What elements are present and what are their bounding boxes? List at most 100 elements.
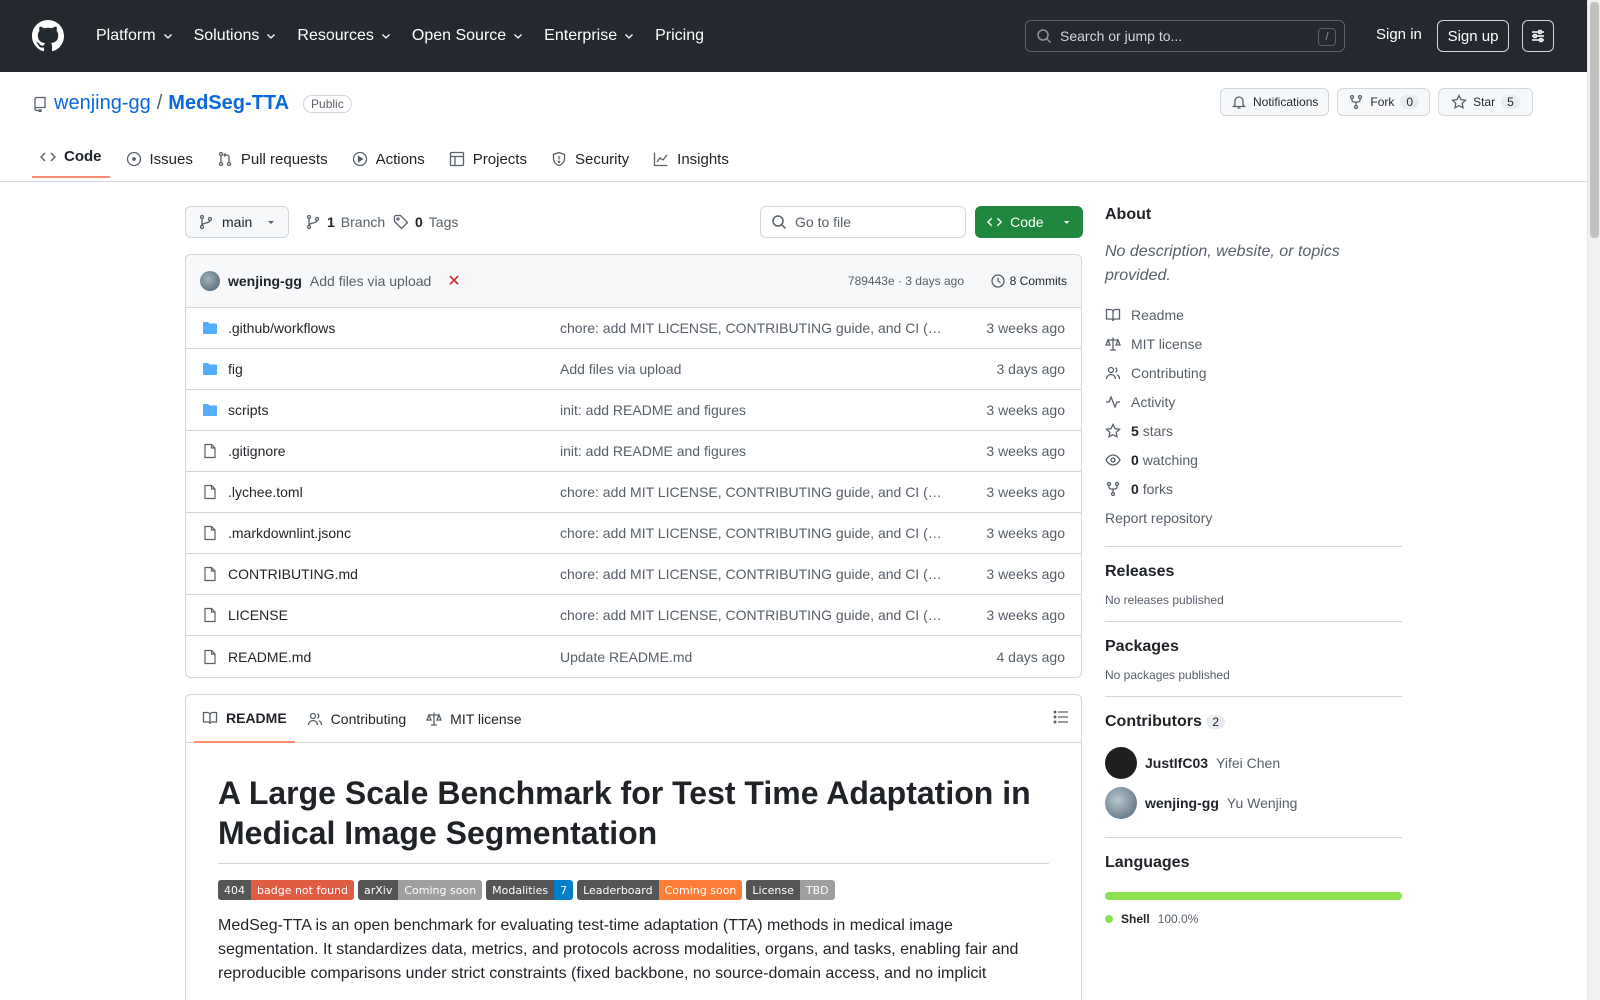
- fork-button[interactable]: Fork 0: [1337, 88, 1431, 116]
- file-row[interactable]: README.md Update README.md 4 days ago: [186, 636, 1081, 677]
- readme-badge[interactable]: arXiv Coming soon: [358, 880, 483, 900]
- readme-tab-readme[interactable]: README: [194, 695, 295, 743]
- file-name-link[interactable]: README.md: [228, 649, 558, 665]
- latest-commit-bar: wenjing-gg Add files via upload ✕ 789443…: [186, 255, 1081, 308]
- file-commit-message-link[interactable]: Add files via upload: [560, 361, 950, 377]
- avatar[interactable]: [200, 271, 220, 291]
- issue-icon: [126, 151, 141, 167]
- repo-owner-link[interactable]: wenjing-gg: [54, 92, 151, 115]
- commits-history-link[interactable]: 8 Commits: [990, 273, 1067, 289]
- file-row[interactable]: .lychee.toml chore: add MIT LICENSE, CONT…: [186, 472, 1081, 513]
- nav-solutions[interactable]: Solutions: [186, 19, 286, 53]
- file-row[interactable]: LICENSE chore: add MIT LICENSE, CONTRIBUT…: [186, 595, 1081, 636]
- file-commit-message-link[interactable]: Update README.md: [560, 649, 950, 665]
- tags-link[interactable]: 0 Tags: [393, 206, 458, 238]
- settings-menu-button[interactable]: [1522, 20, 1554, 52]
- about-item-star[interactable]: 5 stars: [1105, 416, 1402, 445]
- file-commit-message-link[interactable]: init: add README and figures: [560, 443, 950, 459]
- file-row[interactable]: fig Add files via upload 3 days ago: [186, 349, 1081, 390]
- scrollbar-thumb[interactable]: [1590, 2, 1599, 238]
- file-row[interactable]: scripts init: add README and figures 3 wee…: [186, 390, 1081, 431]
- file-name-link[interactable]: .lychee.toml: [228, 484, 558, 500]
- file-table: wenjing-gg Add files via upload ✕ 789443…: [185, 254, 1082, 678]
- file-name-link[interactable]: fig: [228, 361, 558, 377]
- commit-status-failed-icon[interactable]: ✕: [447, 271, 460, 291]
- sign-up-button[interactable]: Sign up: [1437, 20, 1509, 52]
- language-item[interactable]: Shell 100.0%: [1105, 912, 1402, 926]
- file-row[interactable]: .gitignore init: add README and figures 3 …: [186, 431, 1081, 472]
- file-name-link[interactable]: .github/workflows: [228, 320, 558, 336]
- tab-pull-requests[interactable]: Pull requests: [209, 140, 336, 178]
- search-icon: [772, 215, 787, 230]
- git-branch-icon: [306, 214, 320, 230]
- repo-name-link[interactable]: MedSeg-TTA: [168, 92, 289, 115]
- contributors-heading[interactable]: Contributors 2: [1105, 713, 1402, 731]
- code-icon: [987, 217, 1003, 227]
- fork-count: 0: [1400, 95, 1420, 109]
- tab-projects[interactable]: Projects: [441, 140, 535, 178]
- notifications-button[interactable]: Notifications: [1220, 88, 1330, 116]
- repo-tabs: Code Issues Pull requests Actions Projec…: [32, 140, 737, 178]
- about-item-eye[interactable]: 0 watching: [1105, 445, 1402, 474]
- nav-resources[interactable]: Resources: [289, 19, 399, 53]
- branch-selector[interactable]: main: [185, 206, 290, 238]
- file-commit-message-link[interactable]: init: add README and figures: [560, 402, 950, 418]
- book-icon: [202, 711, 218, 724]
- tab-issues[interactable]: Issues: [118, 140, 201, 178]
- file-commit-message-link[interactable]: chore: add MIT LICENSE, CONTRIBUTING gui…: [560, 566, 950, 582]
- outline-toggle-button[interactable]: [1053, 709, 1069, 725]
- file-name-link[interactable]: CONTRIBUTING.md: [228, 566, 558, 582]
- readme-badge[interactable]: 404 badge not found: [218, 880, 354, 900]
- nav-open-source[interactable]: Open Source: [404, 19, 532, 53]
- tab-actions[interactable]: Actions: [344, 140, 433, 178]
- nav-pricing[interactable]: Pricing: [647, 19, 712, 53]
- file-icon: [204, 525, 216, 541]
- file-commit-message-link[interactable]: chore: add MIT LICENSE, CONTRIBUTING gui…: [560, 320, 950, 336]
- global-search-input[interactable]: Search or jump to... /: [1025, 20, 1345, 52]
- nav-enterprise[interactable]: Enterprise: [536, 19, 643, 53]
- about-item-fork[interactable]: 0 forks: [1105, 474, 1402, 503]
- tab-insights[interactable]: Insights: [645, 140, 737, 178]
- releases-heading[interactable]: Releases: [1105, 563, 1402, 581]
- readme-badge[interactable]: Leaderboard Coming soon: [577, 880, 743, 900]
- file-name-link[interactable]: LICENSE: [228, 607, 558, 623]
- fork-icon: [1350, 94, 1363, 110]
- packages-heading[interactable]: Packages: [1105, 638, 1402, 656]
- readme-tab-license[interactable]: MIT license: [418, 695, 529, 743]
- file-row[interactable]: CONTRIBUTING.md chore: add MIT LICENSE, C…: [186, 554, 1081, 595]
- commit-author-link[interactable]: wenjing-gg: [228, 273, 302, 289]
- readme-tab-contributing[interactable]: Contributing: [299, 695, 415, 743]
- file-row[interactable]: .github/workflows chore: add MIT LICENSE,…: [186, 308, 1081, 349]
- star-button[interactable]: Star 5: [1438, 88, 1533, 116]
- sign-in-link[interactable]: Sign in: [1376, 26, 1422, 43]
- file-name-link[interactable]: .gitignore: [228, 443, 558, 459]
- commit-message-link[interactable]: Add files via upload: [310, 273, 431, 289]
- file-commit-message-link[interactable]: chore: add MIT LICENSE, CONTRIBUTING gui…: [560, 484, 950, 500]
- file-commit-message-link[interactable]: chore: add MIT LICENSE, CONTRIBUTING gui…: [560, 525, 950, 541]
- tab-security[interactable]: Security: [543, 140, 637, 178]
- tab-code[interactable]: Code: [32, 140, 110, 178]
- readme-badge[interactable]: License TBD: [746, 880, 835, 900]
- commit-hash-link[interactable]: 789443e · 3 days ago: [848, 274, 964, 288]
- github-logo-icon[interactable]: [32, 20, 64, 52]
- contributor-item[interactable]: wenjing-gg Yu Wenjing: [1105, 783, 1402, 823]
- about-item-pulse[interactable]: Activity: [1105, 387, 1402, 416]
- page-scrollbar[interactable]: [1587, 0, 1600, 1000]
- file-commit-message-link[interactable]: chore: add MIT LICENSE, CONTRIBUTING gui…: [560, 607, 950, 623]
- contributor-item[interactable]: JustIfC03 Yifei Chen: [1105, 743, 1402, 783]
- nav-platform[interactable]: Platform: [88, 19, 182, 53]
- code-dropdown-button[interactable]: Code: [975, 206, 1083, 238]
- readme-badge[interactable]: Modalities 7: [486, 880, 574, 900]
- go-to-file-input[interactable]: Go to file: [760, 206, 966, 238]
- file-name-link[interactable]: .markdownlint.jsonc: [228, 525, 558, 541]
- file-age: 3 weeks ago: [986, 566, 1065, 582]
- about-item-people[interactable]: Contributing: [1105, 358, 1402, 387]
- file-row[interactable]: .markdownlint.jsonc chore: add MIT LICENS…: [186, 513, 1081, 554]
- about-item-book[interactable]: Readme: [1105, 300, 1402, 329]
- readme-title: A Large Scale Benchmark for Test Time Ad…: [218, 773, 1049, 864]
- about-item-law[interactable]: MIT license: [1105, 329, 1402, 358]
- report-repository-link[interactable]: Report repository: [1105, 503, 1402, 532]
- file-name-link[interactable]: scripts: [228, 402, 558, 418]
- branches-link[interactable]: 1 Branch: [305, 206, 385, 238]
- chevron-down-icon: [267, 34, 276, 39]
